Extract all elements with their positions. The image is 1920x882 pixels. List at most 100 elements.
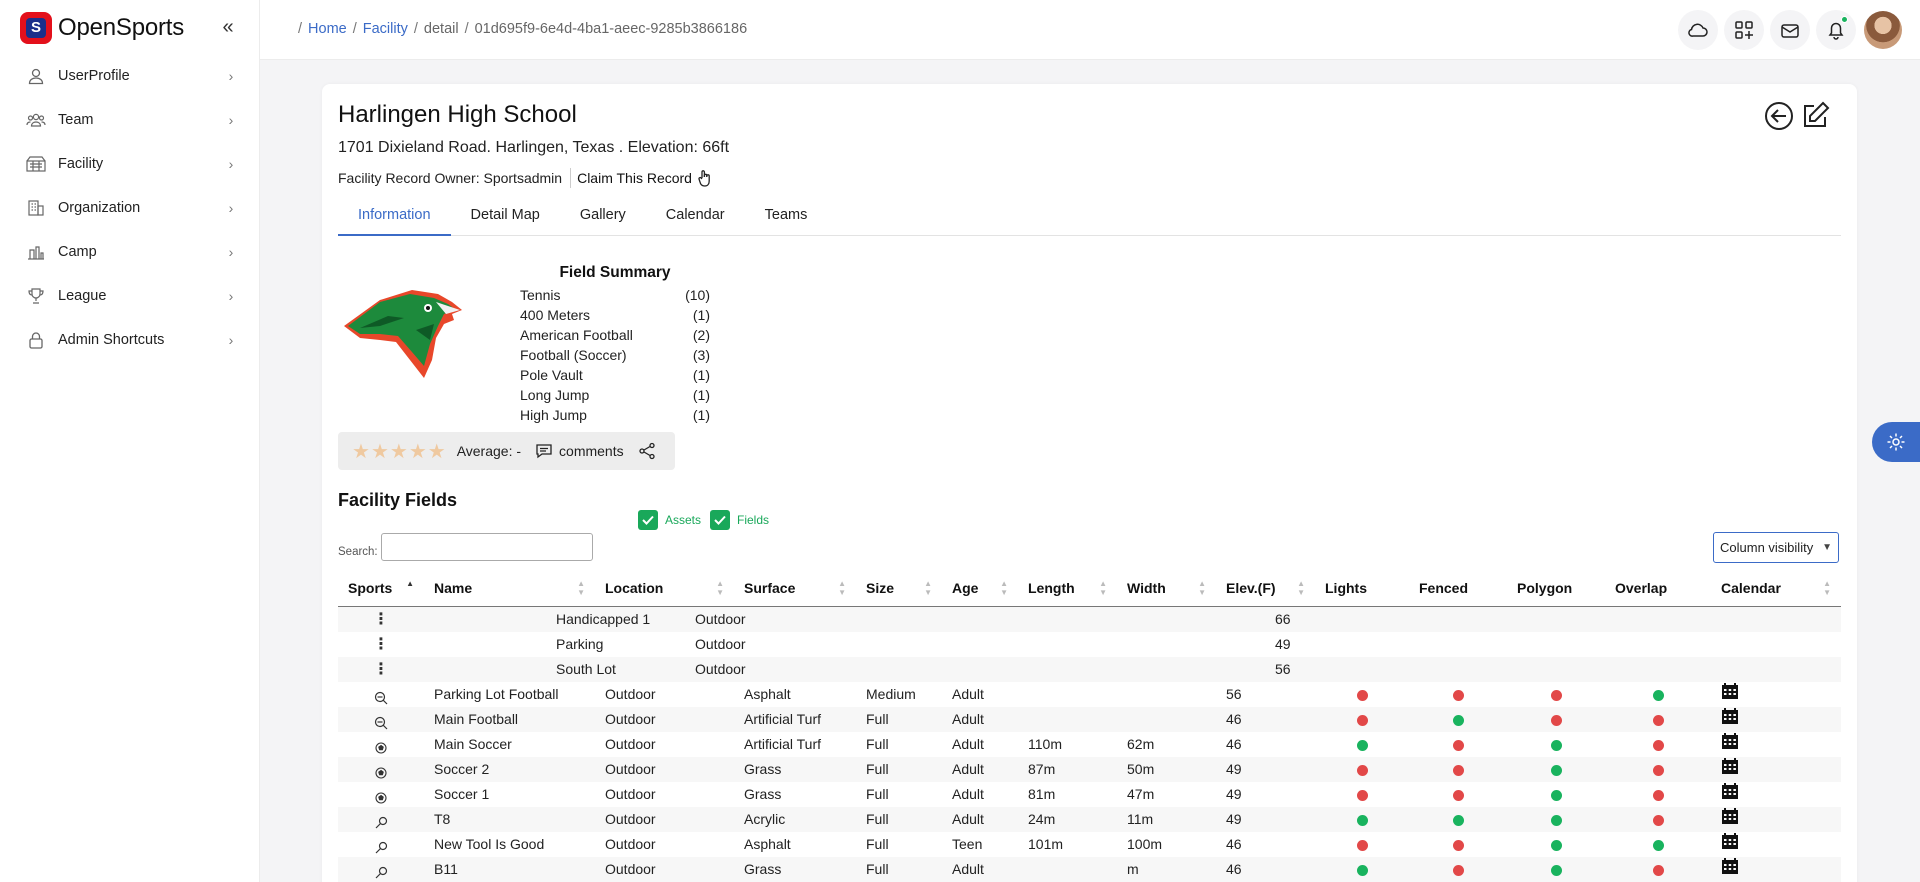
mail-icon[interactable] [1770,10,1810,50]
table-row: B11 Outdoor Grass Full Adult m 46 [338,857,1841,882]
calendar-icon[interactable] [1721,782,1739,807]
sidebar-item-userprofile[interactable]: UserProfile › [0,54,260,98]
col-header-surface[interactable]: Surface ▲ ▼ [734,570,856,606]
name-cell [424,632,546,657]
asset-elevation-cell: 66 [1275,611,1291,627]
fields-checkbox[interactable]: Fields [710,510,769,530]
col-header-age[interactable]: Age ▲ ▼ [942,570,1018,606]
col-header-elevation[interactable]: Elev.(F) ▲ ▼ [1216,570,1315,606]
edit-icon[interactable] [1799,100,1831,132]
star-icon[interactable]: ★ [428,439,446,464]
calendar-icon[interactable] [1721,682,1739,707]
location-cell: Outdoor [605,836,656,852]
sport-cell [338,757,424,782]
calendar-icon[interactable] [1721,757,1739,782]
soccer-icon [374,738,388,754]
breadcrumb-facility[interactable]: Facility [363,21,408,37]
claim-record-button[interactable]: Claim This Record [577,169,712,187]
cloud-icon[interactable] [1678,10,1718,50]
table-row: Soccer 1 Outdoor Grass Full Adult 81m 47m 49 [338,782,1841,807]
polygon-cell [1507,707,1605,732]
status-dot-red [1652,814,1664,826]
apps-add-icon[interactable] [1724,10,1764,50]
col-header-location[interactable]: Location ▲ ▼ [595,570,734,606]
comments-button[interactable]: comments [535,443,624,459]
col-header-calendar[interactable]: Calendar ▲ ▼ [1711,570,1841,606]
length-cell [1018,857,1117,882]
tab-detail-map[interactable]: Detail Map [451,200,560,236]
tab-calendar[interactable]: Calendar [646,200,745,236]
fenced-cell [1409,707,1507,732]
calendar-icon[interactable] [1721,832,1739,857]
col-header-size[interactable]: Size ▲ ▼ [856,570,942,606]
col-header-width[interactable]: Width ▲ ▼ [1117,570,1216,606]
sidebar-item-team[interactable]: Team › [0,98,260,142]
column-visibility-button[interactable]: Column visibility ▼ [1713,532,1839,563]
overlap-cell [1605,732,1711,757]
length-cell: 87m [1028,761,1056,777]
overlap-cell [1605,832,1711,857]
col-header-overlap[interactable]: Overlap [1605,570,1711,606]
star-icon[interactable]: ★ [371,439,389,464]
star-icon[interactable]: ★ [352,439,370,464]
share-icon[interactable] [638,442,656,460]
avatar[interactable] [1864,11,1902,49]
col-header-lights[interactable]: Lights [1315,570,1409,606]
sidebar-item-camp[interactable]: Camp › [0,230,260,274]
calendar-icon[interactable] [1721,807,1739,832]
asset-elevation-cell: 49 [1275,636,1291,652]
search-input[interactable] [381,533,593,561]
col-header-name[interactable]: Name ▲ ▼ [424,570,595,606]
calendar-icon[interactable] [1721,732,1739,757]
comment-icon [536,444,552,459]
check-icon [710,510,731,530]
col-header-fenced[interactable]: Fenced [1409,570,1507,606]
status-dot-red [1652,789,1664,801]
tab-gallery[interactable]: Gallery [560,200,646,236]
status-dot-green [1550,814,1562,826]
col-header-sports[interactable]: Sports ▲ [338,570,424,606]
tab-information[interactable]: Information [338,200,451,236]
overlap-cell [1605,707,1711,732]
assets-label: Assets [665,513,702,527]
assets-checkbox[interactable]: Assets [638,510,701,530]
sidebar-item-admin-shortcuts[interactable]: Admin Shortcuts › [0,318,260,362]
sort-asc-icon: ▲ [406,579,414,588]
calendar-icon[interactable] [1721,857,1739,882]
breadcrumb-detail: detail [423,21,459,37]
kebab-menu-icon[interactable]: ⋮ [373,636,389,653]
calendar-cell [1711,707,1841,732]
stadium-icon [26,154,46,174]
table-row: T8 Outdoor Acrylic Full Adult 24m 11m 49 [338,807,1841,832]
header-actions [1759,100,1831,132]
chevron-right-icon: › [228,156,234,172]
sidebar-item-league[interactable]: League › [0,274,260,318]
kebab-menu-icon[interactable]: ⋮ [373,611,389,628]
fenced-cell [1409,832,1507,857]
status-dot-red [1652,764,1664,776]
sidebar-item-label: Camp [58,244,97,260]
sidebar-item-organization[interactable]: Organization › [0,186,260,230]
football-icon [374,713,388,730]
breadcrumb: / Home / Facility / detail/01d695f9-6e4d-4ba1… [298,21,748,37]
back-arrow-icon[interactable] [1763,100,1795,132]
surface-cell: Artificial Turf [744,736,822,752]
brand[interactable]: S OpenSports [20,12,184,44]
col-header-length[interactable]: Length ▲ ▼ [1018,570,1117,606]
check-icon [638,510,658,530]
star-icon[interactable]: ★ [409,439,427,464]
settings-gear-icon[interactable] [1872,422,1920,462]
tab-teams[interactable]: Teams [745,200,828,236]
sidebar-item-facility[interactable]: Facility › [0,142,260,186]
status-dot-red [1550,689,1562,701]
kebab-menu-icon[interactable]: ⋮ [373,661,389,678]
col-header-polygon[interactable]: Polygon [1507,570,1605,606]
star-icon[interactable]: ★ [390,439,408,464]
calendar-icon[interactable] [1721,707,1739,732]
breadcrumb-home[interactable]: Home [308,21,347,37]
chevrons-left-icon[interactable]: « [218,16,238,40]
tennis-icon [374,813,388,829]
bell-icon[interactable] [1816,10,1856,50]
tabs: Information Detail Map Gallery Calendar … [338,200,1841,236]
hand-pointer-icon [698,170,710,187]
